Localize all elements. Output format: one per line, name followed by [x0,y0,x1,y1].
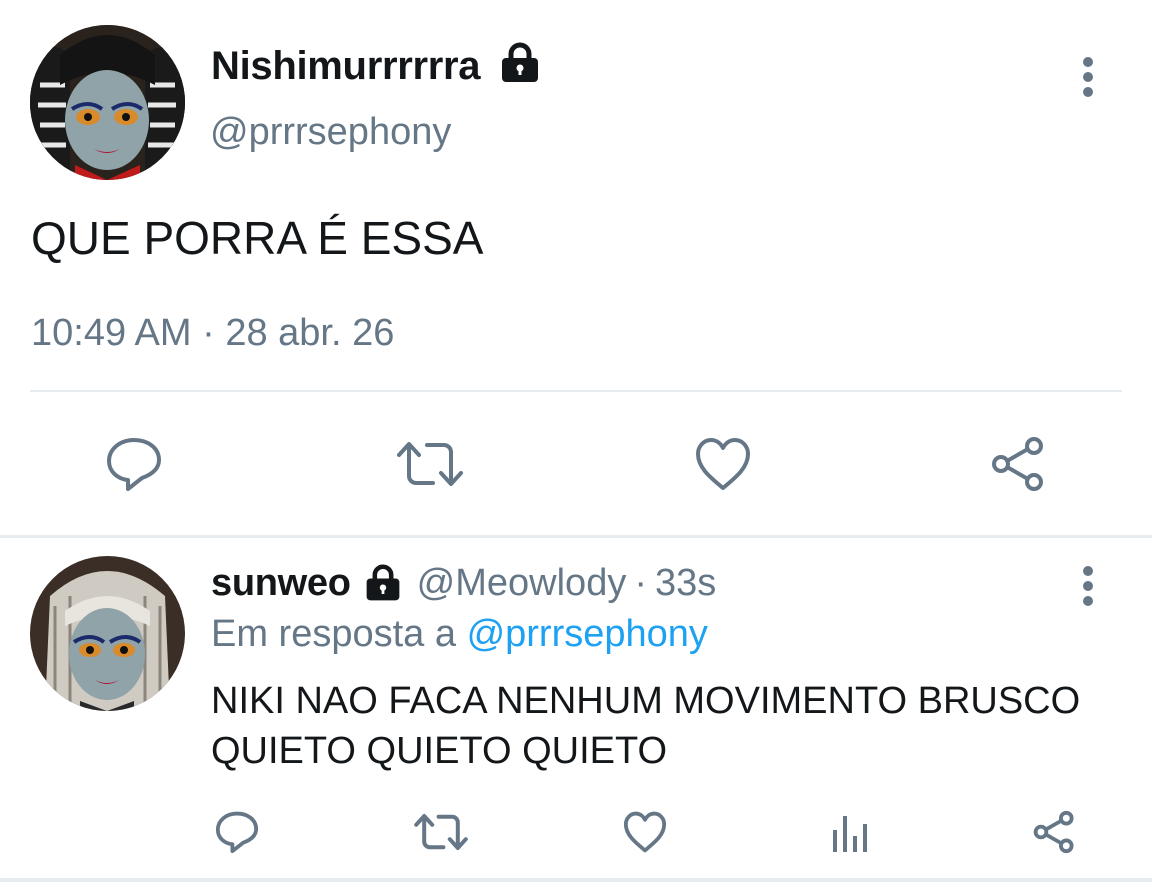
display-name[interactable]: Nishimurrrrrra [211,44,481,89]
tweet-timestamp[interactable]: 10:49 AM · 28 abr. 26 [31,312,394,355]
avatar[interactable] [30,25,185,180]
retweet-icon[interactable] [395,438,465,490]
user-handle[interactable]: @prrrsephony [210,111,451,154]
reply-icon[interactable] [104,435,164,493]
more-vertical-icon[interactable] [1076,55,1100,99]
retweet-icon[interactable] [413,811,469,853]
like-icon[interactable] [693,436,753,492]
analytics-icon[interactable] [828,812,872,854]
reply-avatar[interactable] [30,556,185,711]
reply-text: NIKI NAO FACA NENHUM MOVIMENTO BRUSCO QU… [211,680,1081,772]
share-icon[interactable] [988,435,1048,493]
reply-mention-link[interactable]: @prrrsephony [467,613,708,655]
lock-icon [366,564,400,600]
tweet-divider [0,535,1152,538]
reply-time[interactable]: 33s [655,562,716,605]
more-vertical-icon[interactable] [1076,564,1100,608]
reply-header: sunweo @Meowlody · 33s [211,562,716,605]
reply-icon[interactable] [214,809,260,855]
lock-icon [502,42,538,82]
like-icon[interactable] [622,810,668,854]
reply-context: Em resposta a @prrrsephony [211,613,708,656]
reply-prefix: Em resposta a [211,613,467,655]
main-tweet: Nishimurrrrrra @prrrsephony QUE PORRA É … [0,0,1152,536]
share-icon[interactable] [1031,809,1077,855]
user-handle[interactable]: @Meowlody [417,562,627,605]
tweet-text: QUE PORRA É ESSA [31,212,484,264]
divider [30,390,1122,392]
bottom-divider [0,878,1152,882]
separator: · [634,562,647,604]
display-name[interactable]: sunweo [211,562,351,605]
